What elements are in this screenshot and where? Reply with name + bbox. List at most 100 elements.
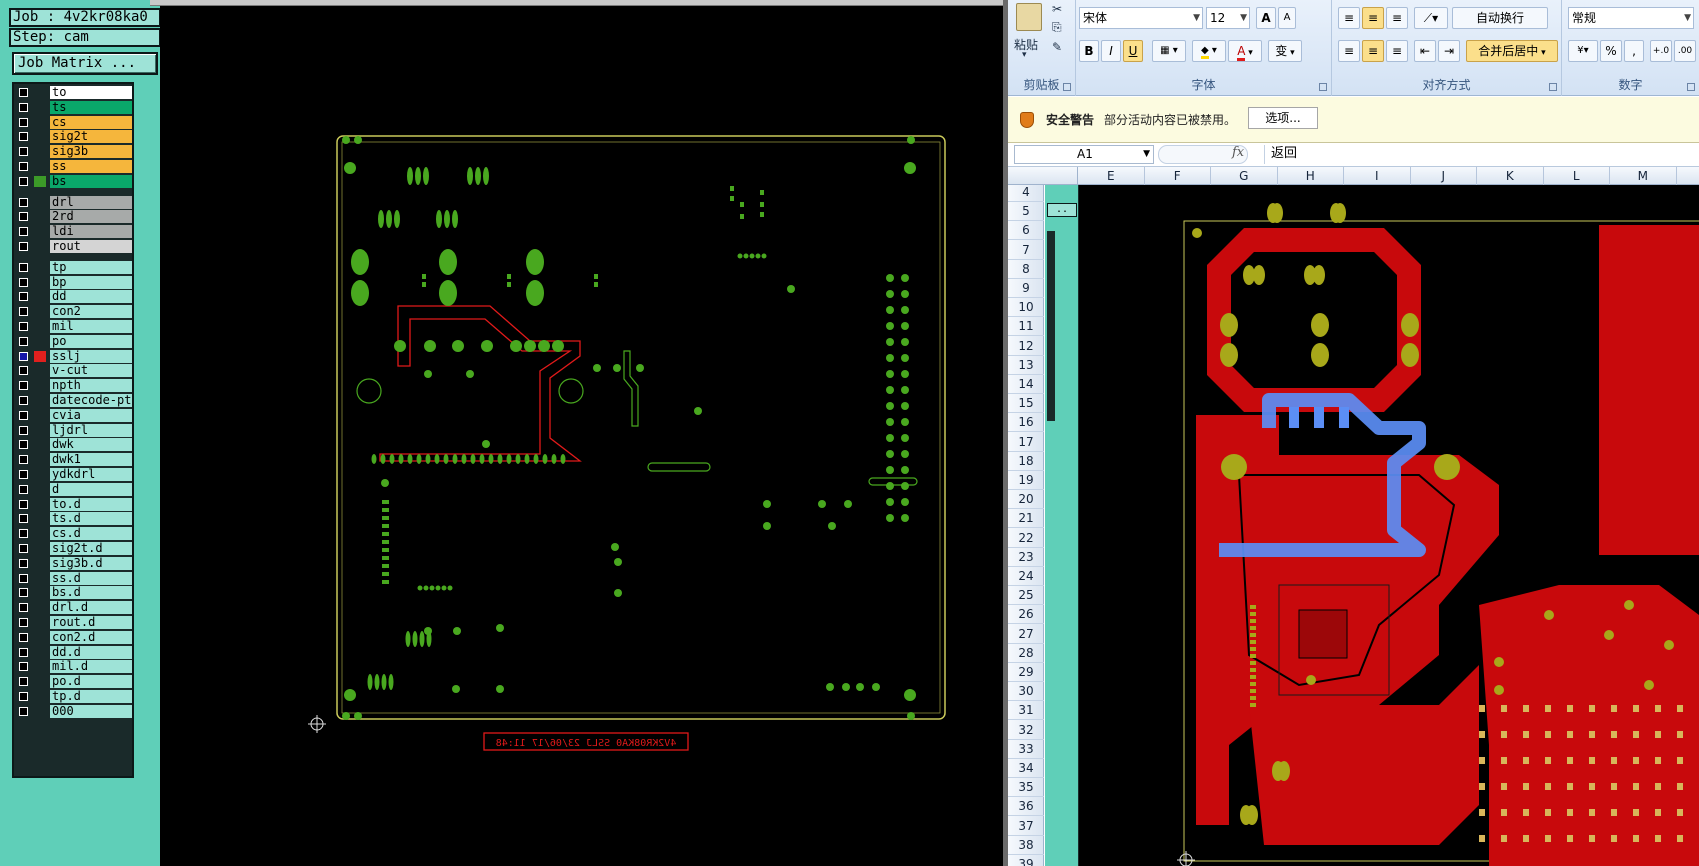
layer-name[interactable]: sslj [50,349,132,363]
row-header[interactable]: 35 [1008,778,1044,798]
format-painter-icon[interactable]: ✎ [1052,40,1062,54]
fill-color-button[interactable]: ◆ ▾ [1192,40,1226,62]
layer-name[interactable]: datecode-ptc [50,394,132,407]
layer-name[interactable]: con2.d [50,630,132,644]
layer-name[interactable]: dd.d [50,645,132,659]
grow-font-button[interactable]: A [1256,7,1276,29]
layer-row[interactable]: sig3b.d [16,556,132,570]
layer-checkbox[interactable] [19,351,28,361]
row-header[interactable]: 14 [1008,375,1044,394]
layer-row[interactable]: mil [16,320,132,333]
layer-name[interactable]: sig2t.d [50,542,132,555]
layer-name[interactable]: rout.d [50,616,132,629]
align-bottom-icon[interactable]: ≡ [1386,7,1408,29]
cam-board-drawing[interactable]: 4V2KR08KA0 SSLJ 23/06/17 11:48 [160,6,1008,866]
layer-checkbox[interactable] [19,514,28,524]
layer-checkbox[interactable] [19,618,28,627]
row-header[interactable]: 24 [1008,567,1044,586]
layer-name[interactable]: drl [50,195,132,209]
layer-row[interactable]: to.d [16,497,132,511]
increase-decimal-icon[interactable]: +.0 [1650,40,1672,62]
decrease-decimal-icon[interactable]: .00 [1674,40,1696,62]
row-header[interactable]: 31 [1008,701,1044,721]
row-header[interactable]: 34 [1008,759,1044,778]
percent-button[interactable]: % [1600,40,1622,62]
layer-name[interactable]: cs [50,115,132,129]
layer-row[interactable]: cs.d [16,527,132,541]
layer-row[interactable]: ldi [16,225,132,239]
layer-checkbox[interactable] [19,176,28,186]
row-header[interactable]: 9 [1008,279,1044,298]
row-header[interactable]: 32 [1008,721,1044,740]
layer-row[interactable]: rout.d [16,616,132,629]
layer-name[interactable]: ldi [50,225,132,239]
copy-icon[interactable]: ⎘ [1052,20,1062,35]
wrap-text-button[interactable]: 自动换行 [1452,7,1548,29]
layer-name[interactable]: bs.d [50,586,132,600]
phonetic-button[interactable]: 变 ▾ [1268,40,1302,62]
underline-button[interactable]: U [1123,40,1143,62]
name-box[interactable]: A1 ▼ [1014,145,1154,164]
layer-checkbox[interactable] [19,588,28,598]
row-header[interactable]: 5 [1008,202,1044,222]
row-header[interactable]: 21 [1008,509,1044,529]
row-header[interactable]: 36 [1008,797,1044,817]
layer-row[interactable]: dd.d [16,645,132,659]
alignment-launcher-icon[interactable] [1549,83,1557,91]
layer-checkbox[interactable] [19,307,28,317]
layer-name[interactable]: ljdrl [50,423,132,437]
layer-row[interactable]: bp [16,275,132,289]
layer-row[interactable]: con2 [16,305,132,319]
currency-button[interactable]: ¥▾ [1568,40,1598,62]
layer-checkbox[interactable] [19,647,28,657]
row-header[interactable]: 33 [1008,740,1044,759]
layer-name[interactable]: mil [50,320,132,333]
decrease-indent-icon[interactable]: ⇤ [1414,40,1436,62]
column-header[interactable]: F [1145,167,1211,185]
row-header[interactable]: 19 [1008,471,1044,490]
layer-name[interactable]: sig2t [50,130,132,144]
layer-name[interactable]: ss.d [50,571,132,585]
border-button[interactable]: ▦ ▾ [1152,40,1186,62]
paste-dropdown-icon[interactable]: ▾ [1022,50,1027,60]
number-launcher-icon[interactable] [1687,83,1695,91]
merge-center-button[interactable]: 合并后居中 ▾ [1466,40,1558,62]
column-header[interactable]: I [1344,167,1411,185]
layer-name[interactable]: cs.d [50,527,132,541]
layer-checkbox[interactable] [19,162,28,171]
layer-name[interactable]: mil.d [50,660,132,674]
row-header[interactable]: 12 [1008,337,1044,356]
layer-checkbox[interactable] [19,470,28,479]
layer-checkbox[interactable] [19,366,28,376]
layer-row[interactable]: ss [16,160,132,173]
layer-row[interactable]: to [16,86,132,99]
cam-graphic-canvas[interactable]: 4V2KR08KA0 SSLJ 23/06/17 11:48 [160,6,1008,866]
layer-row[interactable]: dwk1 [16,453,132,467]
layer-checkbox[interactable] [19,425,28,435]
layer-checkbox[interactable] [19,603,28,613]
formula-input[interactable]: 返回 [1264,145,1699,164]
layer-name[interactable]: 2rd [50,210,132,224]
layer-row[interactable]: cvia [16,408,132,422]
layer-row[interactable]: npth [16,379,132,393]
layer-name[interactable]: dd [50,290,132,304]
layer-row[interactable]: ss.d [16,571,132,585]
layer-row[interactable]: sig2t.d [16,542,132,555]
layer-checkbox[interactable] [19,88,28,97]
layer-row[interactable]: datecode-ptc [16,394,132,407]
font-name-select[interactable]: 宋体 ▼ [1079,7,1203,29]
layer-row[interactable]: ljdrl [16,423,132,437]
row-header[interactable]: 10 [1008,298,1044,318]
layer-row[interactable]: rout [16,240,132,253]
layer-row[interactable]: 2rd [16,210,132,224]
layer-name[interactable]: to [50,86,132,99]
layer-checkbox[interactable] [19,277,28,287]
layer-row[interactable]: sig3b [16,145,132,159]
layer-row[interactable]: tp [16,260,132,274]
layer-name[interactable]: ts [50,100,132,114]
align-center-icon[interactable]: ≡ [1362,40,1384,62]
layer-checkbox[interactable] [19,632,28,642]
layer-checkbox[interactable] [19,455,28,465]
layer-row[interactable]: v-cut [16,364,132,378]
layer-checkbox[interactable] [19,558,28,568]
